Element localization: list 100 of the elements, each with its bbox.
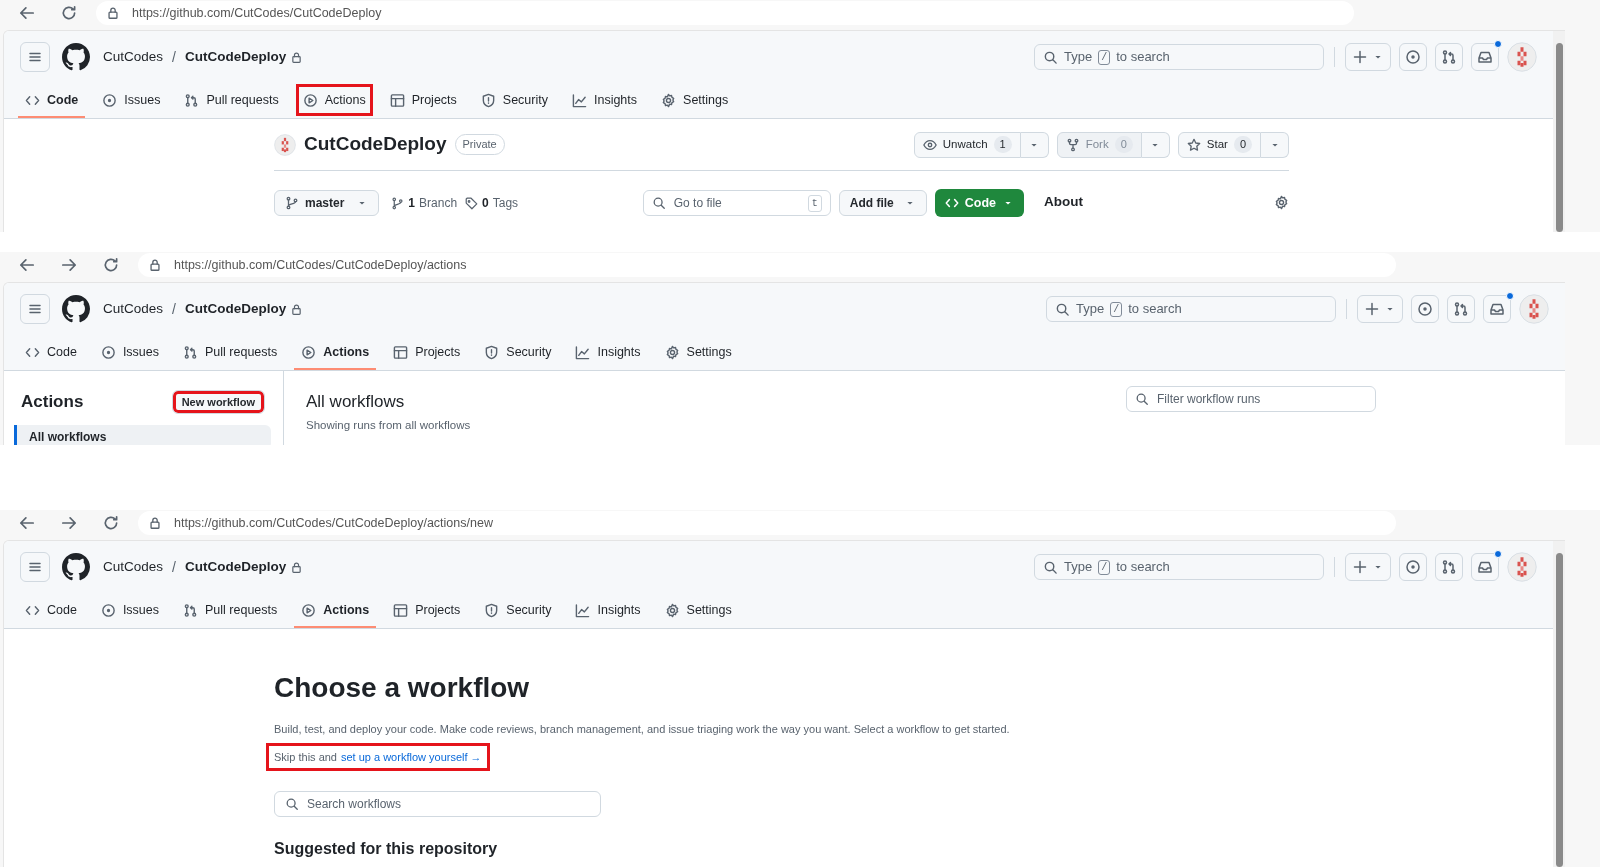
repo-action-button[interactable]: Unwatch 1 [913,131,1021,158]
issues-button[interactable] [1399,553,1427,581]
shortcut-key: / [1098,559,1111,575]
inbox-button[interactable] [1471,43,1499,71]
search-icon [1043,559,1058,575]
setup-workflow-link[interactable]: set up a workflow yourself → [341,748,482,765]
inbox-button[interactable] [1483,295,1511,323]
new-workflow-button[interactable]: New workflow [171,389,265,414]
forward-arrow-icon[interactable] [60,256,78,274]
table-icon [393,344,409,360]
circle-dot-icon [1405,559,1421,575]
address-bar[interactable]: https://github.com/CutCodes/CutCodeDeploy/actions [138,253,1396,277]
filter-field[interactable]: Filter workflow runs [1126,386,1376,412]
repo-tab[interactable]: Insights [564,84,645,118]
avatar-icon[interactable] [1507,42,1537,72]
avatar-icon[interactable] [1519,294,1549,324]
pull-requests-button[interactable] [1435,43,1463,71]
repo-tab[interactable]: Projects [382,84,464,118]
issues-button[interactable] [1411,295,1439,323]
repo-tab[interactable]: Projects [386,336,468,370]
repo-tab[interactable]: Actions [294,336,377,370]
octocat-logo-icon[interactable] [62,43,90,71]
repo-tab[interactable]: Actions [295,84,373,118]
address-bar[interactable]: https://github.com/CutCodes/CutCodeDeploy/actions/new [138,511,1396,535]
back-arrow-icon[interactable] [18,514,36,532]
pull-request-icon [1441,559,1457,575]
search-placeholder: to search [1116,48,1170,67]
table-icon [389,92,405,108]
repo-tab[interactable]: Code [18,336,84,370]
repo-tab[interactable]: Settings [657,336,739,370]
create-new-button[interactable] [1357,295,1403,323]
repo-tab[interactable]: Pull requests [176,336,285,370]
create-new-button[interactable] [1345,553,1391,581]
issues-button[interactable] [1399,43,1427,71]
repo-tab[interactable]: Projects [386,594,468,628]
create-new-button[interactable] [1345,43,1391,71]
pull-request-icon [183,602,199,618]
repo-avatar-icon[interactable] [274,133,296,156]
owner-link[interactable]: CutCodes [103,46,164,68]
sidebar-item[interactable]: All workflows [14,424,271,445]
repo-tab[interactable]: Issues [93,594,167,628]
owner-link[interactable]: CutCodes [103,556,164,578]
repo-tab[interactable]: Issues [95,84,168,118]
repo-tab[interactable]: Pull requests [177,84,286,118]
count-badge: 0 [1114,136,1133,153]
scrollbar[interactable] [1553,541,1565,867]
tags-link[interactable]: 0 Tags [465,194,519,212]
repo-tab[interactable]: Security [473,84,555,118]
section-title: Suggested for this repository [274,839,499,859]
eye-icon [922,137,937,152]
address-bar[interactable]: https://github.com/CutCodes/CutCodeDeploy [96,1,1354,25]
repo-tab[interactable]: Insights [568,336,648,370]
repo-link[interactable]: CutCodeDeploy [184,46,287,68]
lock-icon [290,560,304,574]
menu-button[interactable] [20,294,50,324]
reload-icon[interactable] [102,514,120,532]
back-arrow-icon[interactable] [18,4,36,22]
code-button[interactable]: Code [934,189,1024,217]
go-to-file-field[interactable]: Go to file t [642,190,831,216]
branches-link[interactable]: 1 Branch [391,194,458,212]
search-workflows-field[interactable]: Search workflows [274,791,601,817]
reload-icon[interactable] [60,4,78,22]
search-field[interactable]: Type / to search [1034,554,1324,580]
pull-requests-button[interactable] [1447,295,1475,323]
search-field[interactable]: Type / to search [1034,44,1324,70]
octocat-logo-icon[interactable] [62,553,90,581]
circle-dot-icon [1405,49,1421,65]
repo-tab[interactable]: Actions [294,594,377,628]
repo-tab[interactable]: Settings [657,594,739,628]
gear-icon[interactable] [1274,194,1289,210]
scrollbar[interactable] [1553,31,1565,232]
octocat-logo-icon[interactable] [62,295,90,323]
repo-tab[interactable]: Code [18,594,84,628]
repo-action-button[interactable]: Star 0 [1177,131,1261,158]
repo-tab[interactable]: Settings [654,84,736,118]
repo-tab[interactable]: Security [477,594,559,628]
gear-icon [664,602,680,618]
menu-button[interactable] [20,552,50,582]
repo-link[interactable]: CutCodeDeploy [184,556,287,578]
avatar-icon[interactable] [1507,552,1537,582]
search-field[interactable]: Type / to search [1046,296,1336,322]
repo-link[interactable]: CutCodeDeploy [184,298,287,320]
pull-requests-button[interactable] [1435,553,1463,581]
repo-tab[interactable]: Code [18,84,86,118]
owner-link[interactable]: CutCodes [103,298,164,320]
table-icon [393,602,409,618]
repo-tab[interactable]: Security [477,336,559,370]
inbox-button[interactable] [1471,553,1499,581]
repo-tab[interactable]: Issues [93,336,167,370]
repo-tab[interactable]: Insights [568,594,648,628]
count-badge: 0 [1233,136,1252,153]
repo-tab[interactable]: Pull requests [176,594,285,628]
branch-button[interactable]: master [274,190,380,216]
search-icon [1055,301,1070,317]
add-file-button[interactable]: Add file [838,190,927,216]
reload-icon[interactable] [102,256,120,274]
back-arrow-icon[interactable] [18,256,36,274]
menu-button[interactable] [20,42,50,72]
play-circle-icon [302,92,318,108]
forward-arrow-icon[interactable] [60,514,78,532]
